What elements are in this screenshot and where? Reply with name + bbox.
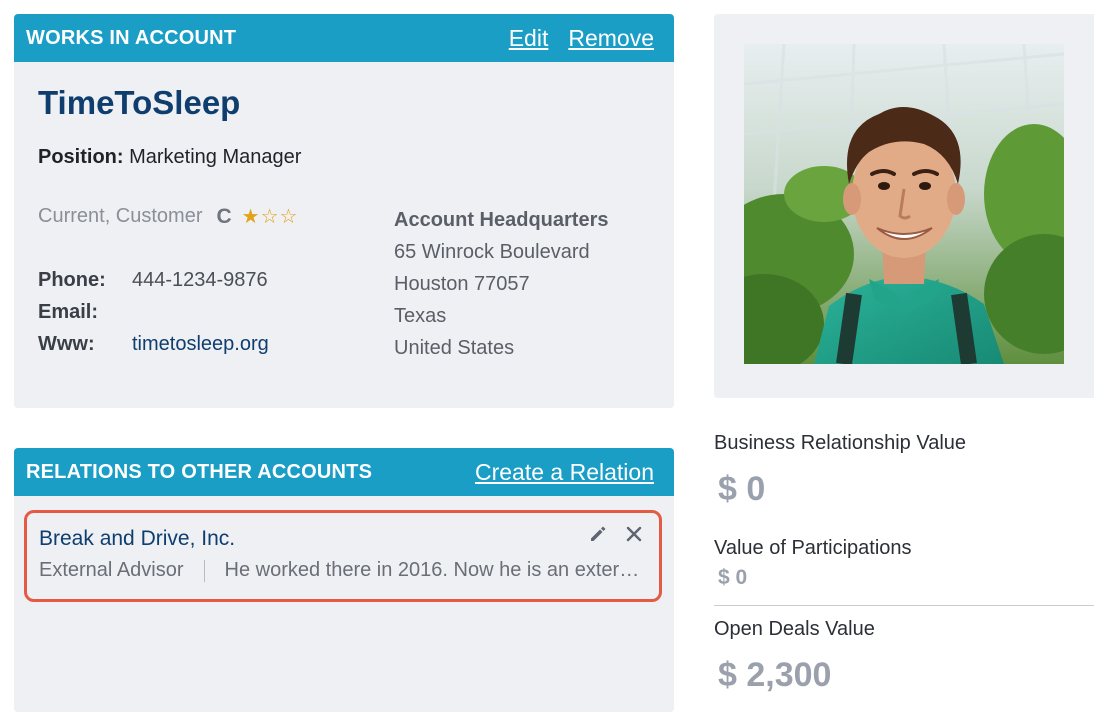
relation-note: He worked there in 2016. Now he is an ex… (224, 559, 647, 581)
contact-photo[interactable] (744, 44, 1064, 364)
phone-value: 444-1234-9876 (132, 268, 268, 291)
relation-item[interactable]: Break and Drive, Inc. External Advisor H… (24, 510, 662, 602)
brv-value: $ 0 (718, 470, 766, 508)
close-icon[interactable] (623, 523, 645, 545)
address-state: Texas (394, 305, 447, 327)
status-text: Current, Customer (38, 205, 203, 227)
panel-actions: Create a Relation (475, 459, 654, 486)
open-deals-label: Open Deals Value (714, 618, 875, 640)
open-deals-value: $ 2,300 (718, 656, 832, 694)
account-name[interactable]: TimeToSleep (38, 84, 240, 122)
brv-label: Business Relationship Value (714, 432, 967, 454)
position-row: Position: Marketing Manager (38, 146, 301, 169)
relation-account-link[interactable]: Break and Drive, Inc. (39, 527, 235, 551)
rating-stars-icon: ★☆☆ (241, 206, 299, 228)
panel-title: WORKS IN ACCOUNT (26, 26, 237, 49)
status-row: Current, Customer C ★☆☆ (38, 204, 298, 229)
phone-row: Phone: 444-1234-9876 (38, 264, 269, 296)
grade-badge: C (216, 204, 232, 228)
works-in-account-panel: WORKS IN ACCOUNT Edit Remove TimeToSleep… (14, 14, 674, 408)
headquarters-address: Account Headquarters 65 Winrock Boulevar… (394, 204, 634, 364)
address-street: 65 Winrock Boulevard (394, 241, 590, 263)
works-in-account-header: WORKS IN ACCOUNT Edit Remove (14, 14, 674, 62)
relations-panel: RELATIONS TO OTHER ACCOUNTS Create a Rel… (14, 448, 674, 712)
website-link[interactable]: timetosleep.org (132, 333, 269, 356)
www-row: Www: timetosleep.org (38, 328, 269, 360)
edit-link[interactable]: Edit (509, 25, 549, 52)
www-label: Www: (38, 332, 95, 355)
divider (714, 605, 1094, 606)
contact-details: Phone: 444-1234-9876 Email: Www: timetos… (38, 264, 269, 360)
address-country: United States (394, 337, 515, 359)
relation-role: External Advisor (39, 559, 184, 581)
panel-actions: Edit Remove (509, 25, 654, 52)
panel-title: RELATIONS TO OTHER ACCOUNTS (26, 460, 373, 483)
create-relation-link[interactable]: Create a Relation (475, 459, 654, 486)
separator (203, 559, 205, 582)
participations-label: Value of Participations (714, 537, 912, 559)
pencil-icon[interactable] (587, 523, 609, 545)
address-city-zip: Houston 77057 (394, 273, 530, 295)
position-value: Marketing Manager (129, 146, 302, 168)
relations-header: RELATIONS TO OTHER ACCOUNTS Create a Rel… (14, 448, 674, 496)
relation-actions (587, 523, 645, 545)
phone-label: Phone: (38, 268, 106, 291)
relation-meta: External Advisor He worked there in 2016… (39, 559, 647, 582)
email-row: Email: (38, 296, 269, 328)
contact-photo-panel (714, 14, 1094, 398)
participations-value: $ 0 (718, 566, 748, 589)
position-label: Position: (38, 146, 124, 168)
remove-link[interactable]: Remove (568, 25, 654, 52)
email-label: Email: (38, 300, 99, 323)
headquarters-title: Account Headquarters (394, 209, 609, 231)
